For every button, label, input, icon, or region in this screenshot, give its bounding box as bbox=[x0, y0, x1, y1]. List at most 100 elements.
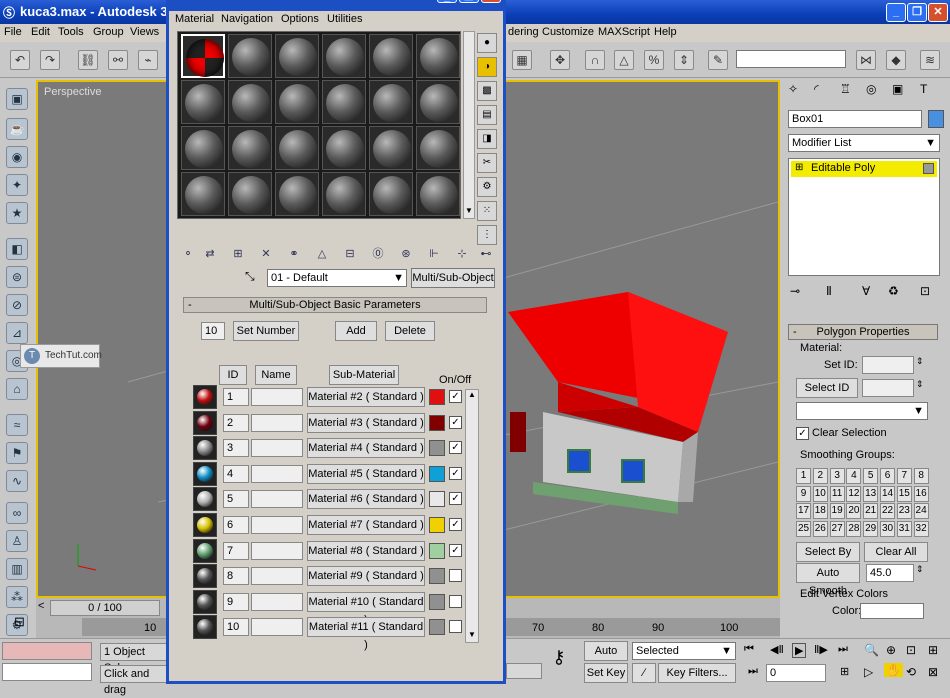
submaterial-onoff-checkbox[interactable]: ✓ bbox=[449, 492, 462, 506]
submaterial-id[interactable]: 5 bbox=[223, 490, 249, 509]
key-mode-toggle-icon[interactable]: ⏭ bbox=[748, 665, 758, 678]
smoothing-group-button[interactable]: 31 bbox=[896, 520, 912, 537]
sample-slot[interactable] bbox=[181, 80, 225, 124]
time-slider[interactable]: 0 / 100 bbox=[50, 600, 160, 616]
sample-slot[interactable] bbox=[416, 80, 460, 124]
put-to-library-icon[interactable]: ⊟ bbox=[341, 245, 359, 263]
rollout-header[interactable]: - Multi/Sub-Object Basic Parameters bbox=[183, 297, 487, 313]
light-icon[interactable]: ✦ bbox=[6, 174, 28, 196]
menu-edit[interactable]: Edit bbox=[31, 26, 50, 38]
smoothing-group-button[interactable]: 15 bbox=[896, 485, 912, 502]
zoom-extents-icon[interactable]: ⊡ bbox=[906, 643, 916, 657]
submaterial-onoff-checkbox[interactable]: ✓ bbox=[449, 390, 462, 403]
smoothing-group-button[interactable]: 16 bbox=[913, 485, 929, 502]
reset-map-icon[interactable]: ✕ bbox=[257, 245, 275, 263]
sample-slot[interactable] bbox=[275, 172, 319, 216]
show-end-result-icon[interactable]: ⊩ bbox=[425, 245, 443, 263]
sample-slot[interactable] bbox=[228, 80, 272, 124]
submaterial-name[interactable] bbox=[251, 413, 303, 432]
submaterial-id[interactable]: 9 bbox=[223, 592, 249, 611]
submaterial-preview[interactable] bbox=[193, 410, 217, 435]
align-icon[interactable]: ◆ bbox=[886, 50, 906, 70]
teapot-icon[interactable]: ☕ bbox=[6, 118, 28, 140]
smoothing-group-button[interactable]: 21 bbox=[863, 503, 879, 519]
submaterial-preview[interactable] bbox=[193, 589, 217, 614]
put-to-scene-icon[interactable]: ⇄ bbox=[201, 245, 219, 263]
layers-icon[interactable]: ≋ bbox=[920, 50, 940, 70]
key-icon[interactable]: ⚷ bbox=[544, 647, 574, 677]
zoom-extents-all-icon[interactable]: ⊞ bbox=[928, 643, 938, 657]
make-copy-icon[interactable]: ⚭ bbox=[285, 245, 303, 263]
smoothing-group-button[interactable]: 26 bbox=[812, 520, 828, 537]
select-by-material-icon[interactable]: ⁙ bbox=[477, 201, 497, 221]
submaterial-id[interactable]: 3 bbox=[223, 439, 249, 458]
time-config-icon[interactable]: ⊞ bbox=[840, 665, 849, 678]
submaterial-id[interactable]: 2 bbox=[223, 413, 249, 432]
me-close-button[interactable]: ✕ bbox=[481, 0, 501, 3]
id-header-button[interactable]: ID bbox=[219, 365, 247, 385]
material-editor-window[interactable]: _ ❐ ✕ Material Navigation Options Utilit… bbox=[166, 0, 506, 684]
submaterial-color-swatch[interactable] bbox=[429, 517, 445, 533]
set-key-button[interactable]: Set Key bbox=[584, 663, 628, 683]
sample-slot[interactable] bbox=[322, 34, 366, 78]
snap-icon[interactable]: ∩ bbox=[585, 50, 605, 70]
smoothing-group-button[interactable]: 12 bbox=[846, 485, 862, 502]
submaterial-color-swatch[interactable] bbox=[429, 568, 445, 585]
goto-end-icon[interactable]: ⏭ bbox=[838, 643, 848, 656]
make-unique-icon[interactable]: ∀ bbox=[862, 284, 870, 298]
submaterial-name[interactable] bbox=[251, 592, 303, 611]
number-of-materials[interactable]: 10 bbox=[201, 322, 225, 340]
submaterial-name[interactable] bbox=[251, 490, 303, 509]
submaterial-preview[interactable] bbox=[193, 436, 217, 461]
create-tab-icon[interactable]: ✧ bbox=[788, 82, 808, 102]
smoothing-group-button[interactable]: 4 bbox=[846, 468, 862, 484]
submaterial-button[interactable]: Material #11 ( Standard ) bbox=[307, 617, 425, 651]
sample-slot[interactable] bbox=[275, 80, 319, 124]
submaterial-button[interactable]: Material #8 ( Standard ) bbox=[307, 540, 425, 561]
submaterial-name[interactable] bbox=[251, 464, 303, 483]
smoothing-group-button[interactable]: 2 bbox=[812, 468, 828, 484]
render-setup-icon[interactable]: ▦ bbox=[512, 50, 532, 70]
configure-sets-icon[interactable]: ⊡ bbox=[920, 284, 930, 298]
box-icon[interactable]: ◧ bbox=[6, 238, 28, 260]
smoothing-group-button[interactable]: 27 bbox=[829, 520, 845, 537]
vertex-color-swatch[interactable] bbox=[860, 603, 924, 619]
modifier-stack[interactable]: ⊞ Editable Poly bbox=[788, 158, 940, 276]
submaterial-name[interactable] bbox=[251, 567, 303, 586]
select-id-input[interactable] bbox=[862, 379, 914, 397]
auto-smooth-threshold[interactable]: 45.0 bbox=[866, 564, 914, 582]
make-preview-icon[interactable]: ✂ bbox=[477, 153, 497, 173]
maximize-viewport-icon[interactable]: ⊠ bbox=[928, 665, 938, 679]
menu-maxscript[interactable]: MAXScript bbox=[598, 26, 650, 38]
submaterial-color-swatch[interactable] bbox=[429, 440, 445, 457]
camera-icon[interactable]: ⌂ bbox=[6, 378, 28, 400]
tube-icon[interactable]: ⊘ bbox=[6, 294, 28, 316]
smoothing-group-button[interactable]: 10 bbox=[812, 485, 828, 502]
name-header-button[interactable]: Name bbox=[255, 365, 297, 385]
submaterial-onoff-checkbox[interactable] bbox=[449, 594, 462, 608]
sample-slot[interactable] bbox=[181, 126, 225, 170]
sample-slot[interactable] bbox=[416, 126, 460, 170]
sample-slot[interactable] bbox=[322, 126, 366, 170]
submaterial-onoff-checkbox[interactable]: ✓ bbox=[449, 441, 462, 455]
menu-views[interactable]: Views bbox=[130, 26, 159, 38]
submaterial-onoff-checkbox[interactable]: ✓ bbox=[449, 543, 462, 557]
submaterial-id[interactable]: 8 bbox=[223, 567, 249, 586]
polygon-properties-header[interactable]: - Polygon Properties bbox=[788, 324, 938, 340]
stack-item[interactable]: ⊞ Editable Poly bbox=[791, 161, 937, 177]
sample-slot[interactable] bbox=[369, 172, 413, 216]
sample-slot[interactable] bbox=[416, 34, 460, 78]
key-curve-icon[interactable]: ∕ bbox=[632, 663, 656, 683]
maxscript-listener-field[interactable] bbox=[2, 642, 92, 660]
pick-material-icon[interactable]: ⤡ bbox=[245, 269, 255, 284]
redo-icon[interactable]: ↷ bbox=[40, 50, 60, 70]
smoothing-group-button[interactable]: 3 bbox=[829, 468, 845, 484]
sample-slot[interactable] bbox=[275, 34, 319, 78]
play-icon[interactable]: ▶ bbox=[792, 643, 807, 658]
set-id-spinner-icon[interactable]: ⇕ bbox=[916, 356, 924, 367]
smoothing-group-button[interactable]: 14 bbox=[880, 485, 895, 502]
sample-slot[interactable] bbox=[275, 126, 319, 170]
key-filters-button[interactable]: Key Filters... bbox=[658, 663, 736, 683]
submaterial-button[interactable]: Material #3 ( Standard ) bbox=[307, 412, 425, 433]
submaterial-scrollbar[interactable]: ▲ ▼ bbox=[465, 389, 479, 643]
